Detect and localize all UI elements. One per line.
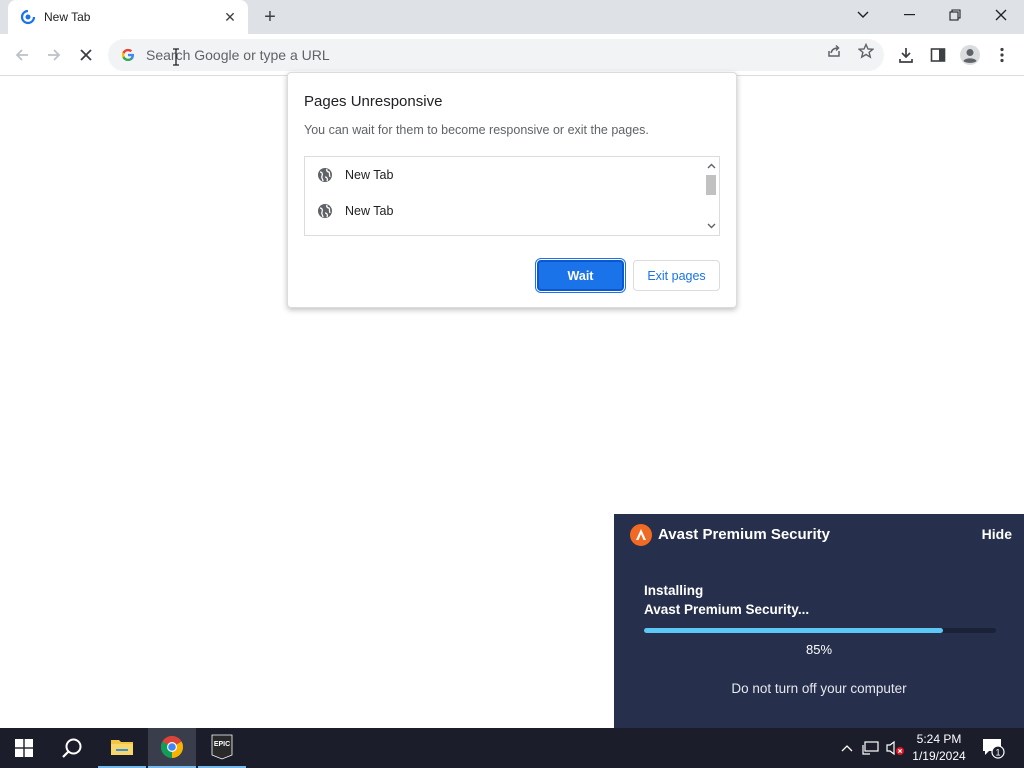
page-label: New Tab — [345, 168, 394, 182]
share-icon[interactable] — [825, 42, 843, 60]
avast-title: Avast Premium Security — [658, 526, 831, 543]
exit-pages-button[interactable]: Exit pages — [633, 260, 720, 291]
taskbar: EPIC 5:24 PM 1/19/2024 1 — [0, 728, 1024, 768]
volume-muted-icon[interactable] — [884, 728, 906, 768]
text-cursor-icon — [172, 48, 180, 66]
file-explorer-icon[interactable] — [98, 728, 146, 768]
dialog-description: You can wait for them to become responsi… — [304, 123, 649, 137]
globe-icon — [318, 204, 332, 218]
chrome-icon[interactable] — [148, 728, 196, 768]
omnibox[interactable] — [108, 39, 884, 71]
clock-date: 1/19/2024 — [912, 749, 966, 763]
browser-tab[interactable]: New Tab ✕ — [8, 0, 248, 34]
globe-icon — [318, 168, 332, 182]
network-icon[interactable] — [860, 728, 882, 768]
forward-arrow-icon[interactable] — [42, 43, 66, 67]
notification-count: 1 — [995, 748, 1000, 758]
side-panel-icon[interactable] — [926, 43, 950, 67]
list-scrollbar[interactable] — [703, 157, 719, 235]
progress-percent: 85% — [805, 642, 833, 657]
search-icon[interactable] — [48, 728, 96, 768]
page-label: New Tab — [345, 204, 394, 218]
tab-title: New Tab — [44, 10, 91, 24]
windows-start-icon[interactable] — [0, 728, 48, 768]
unresponsive-page-list[interactable]: New Tab New Tab — [304, 156, 720, 236]
minimize-icon[interactable] — [886, 0, 932, 30]
close-icon[interactable] — [978, 0, 1024, 30]
bookmark-star-icon[interactable] — [857, 42, 875, 60]
avast-logo-icon — [630, 524, 652, 546]
scroll-up-icon[interactable] — [703, 159, 719, 173]
list-item: New Tab — [305, 157, 701, 193]
close-icon[interactable]: ✕ — [222, 9, 238, 25]
loading-spinner-icon — [20, 9, 36, 25]
search-input[interactable] — [146, 47, 786, 63]
menu-icon[interactable] — [990, 43, 1014, 67]
pages-unresponsive-dialog: Pages Unresponsive You can wait for them… — [287, 72, 737, 308]
stop-icon[interactable] — [74, 43, 98, 67]
avast-install-popup: Avast Premium Security Hide Installing A… — [614, 514, 1024, 728]
install-status: Installing Avast Premium Security... — [644, 581, 809, 619]
tab-search-icon[interactable] — [840, 0, 886, 30]
chevron-up-icon[interactable] — [838, 728, 856, 768]
back-arrow-icon[interactable] — [10, 43, 34, 67]
restore-icon[interactable] — [932, 0, 978, 30]
progress-bar — [644, 628, 996, 633]
epic-games-icon[interactable]: EPIC — [198, 728, 246, 768]
status-line: Avast Premium Security... — [644, 602, 810, 617]
warning-text: Do not turn off your computer — [731, 681, 907, 696]
tab-strip: New Tab ✕ + — [0, 0, 1024, 34]
list-item: New Tab — [305, 193, 701, 229]
notifications-icon[interactable]: 1 — [978, 728, 1008, 768]
scroll-down-icon[interactable] — [703, 219, 719, 233]
scrollbar-thumb[interactable] — [706, 175, 716, 195]
browser-toolbar — [0, 34, 1024, 76]
dialog-title: Pages Unresponsive — [304, 93, 443, 110]
progress-fill — [644, 628, 944, 633]
profile-icon[interactable] — [958, 43, 982, 67]
plus-icon[interactable]: + — [258, 5, 282, 29]
system-clock[interactable]: 5:24 PM 1/19/2024 — [908, 731, 970, 765]
status-line: Installing — [644, 583, 704, 598]
google-icon — [120, 47, 136, 63]
download-icon[interactable] — [894, 43, 918, 67]
epic-logo-text: EPIC — [214, 741, 230, 748]
wait-button[interactable]: Wait — [535, 258, 626, 293]
hide-button[interactable]: Hide — [982, 526, 1012, 542]
clock-time: 5:24 PM — [916, 732, 962, 746]
